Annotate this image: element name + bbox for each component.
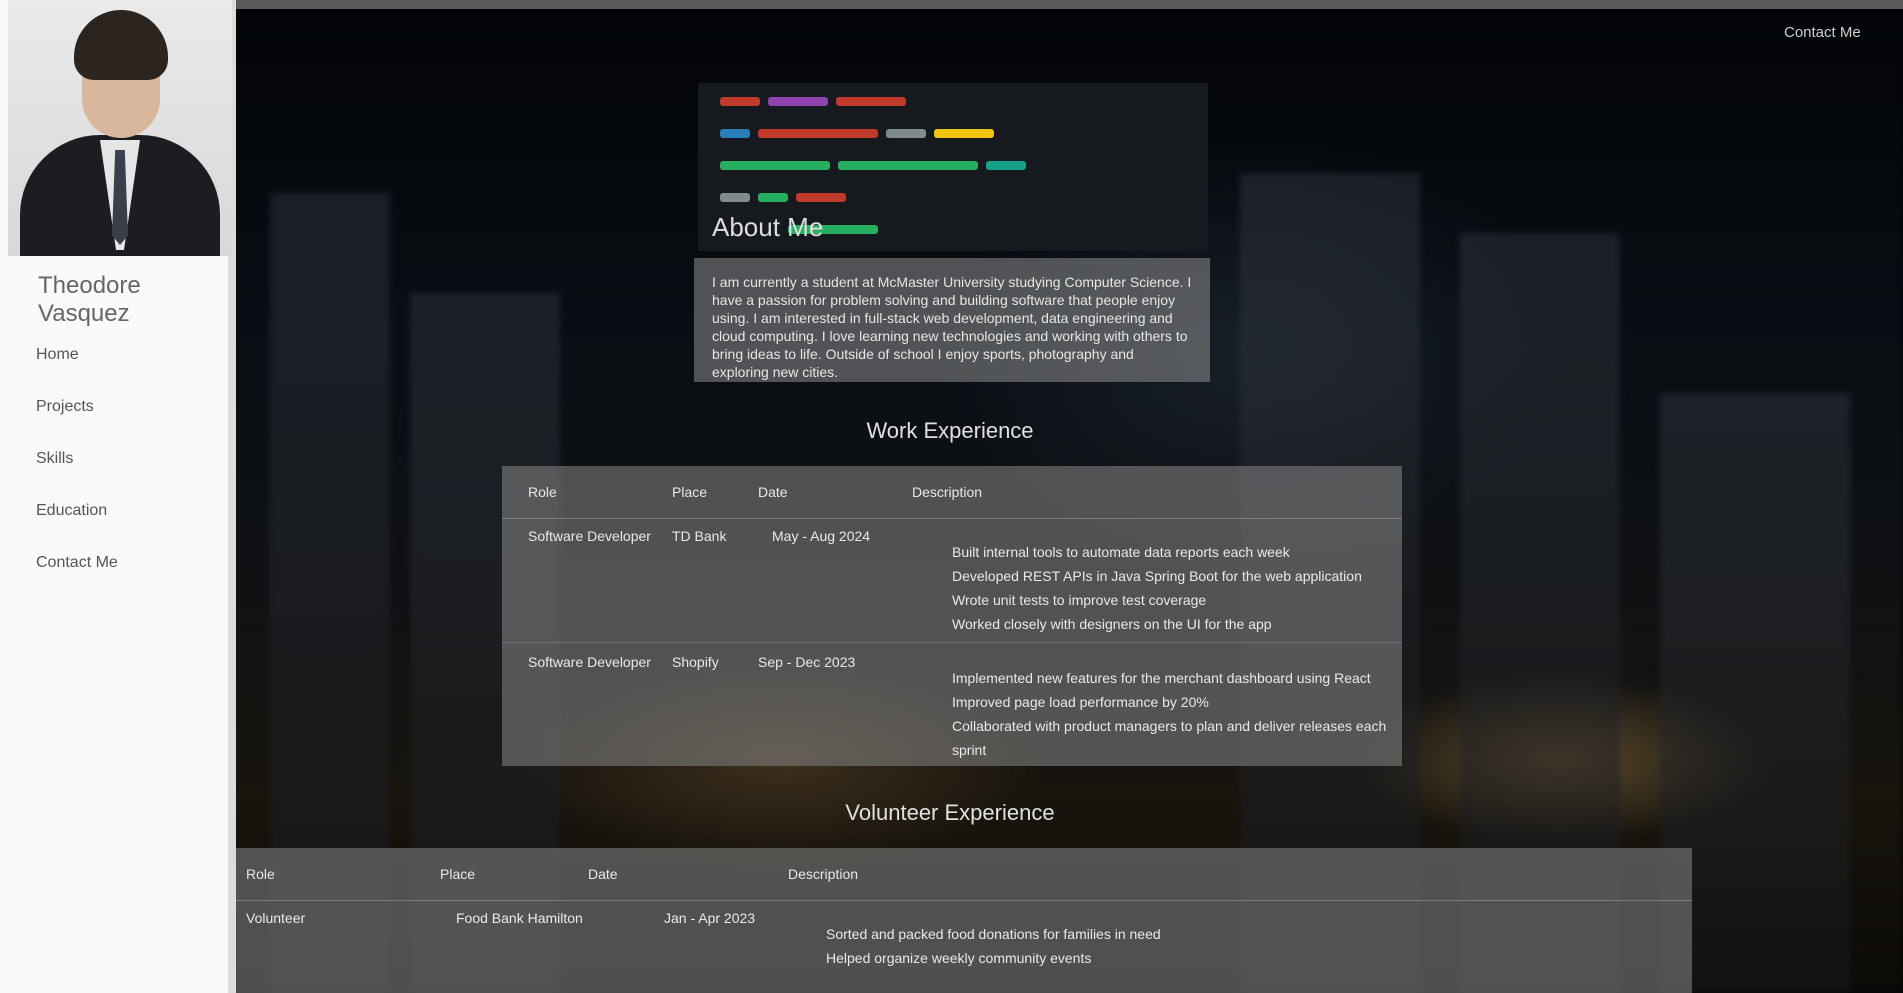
cell-role: Software Developer <box>528 654 651 670</box>
cell-date: May - Aug 2024 <box>772 528 871 544</box>
cell-place: Food Bank Hamilton <box>456 910 583 926</box>
volunteer-heading: Volunteer Experience <box>845 800 1055 825</box>
cell-description: Implemented new features for the merchan… <box>952 666 1402 762</box>
sidebar-nav: Home Projects Skills Education Contact M… <box>36 346 118 606</box>
table-row: Software Developer TD Bank May - Aug 202… <box>502 518 1402 643</box>
work-table: Role Place Date Description Software Dev… <box>502 466 1402 766</box>
list-item: Implemented new features for the merchan… <box>952 670 1371 686</box>
list-item: Built internal tools to automate data re… <box>952 544 1290 560</box>
list-item: Worked closely with designers on the UI … <box>952 616 1272 632</box>
table-header: Role Place Date Description <box>236 848 1692 901</box>
column-header-place: Place <box>440 866 476 882</box>
list-item: Improved page load performance by 20% <box>952 694 1209 710</box>
cell-role: Software Developer <box>528 528 651 544</box>
column-header-role: Role <box>246 866 275 882</box>
cell-place: Shopify <box>672 654 719 670</box>
list-item: Collaborated with product managers to pl… <box>952 718 1387 758</box>
list-item: Developed REST APIs in Java Spring Boot … <box>952 568 1362 584</box>
cell-date: Sep - Dec 2023 <box>758 654 856 670</box>
nav-item-contact[interactable]: Contact Me <box>36 554 118 606</box>
volunteer-table: Role Place Date Description Volunteer Fo… <box>236 848 1692 993</box>
column-header-role: Role <box>528 484 557 500</box>
table-row: Software Developer Shopify Sep - Dec 202… <box>502 642 1402 766</box>
column-header-date: Date <box>758 484 788 500</box>
contact-me-link[interactable]: Contact Me <box>1784 24 1861 41</box>
column-header-description: Description <box>788 866 859 882</box>
sidebar: Theodore Vasquez Home Projects Skills Ed… <box>0 0 236 993</box>
list-item: Sorted and packed food donations for fam… <box>826 926 1161 942</box>
top-bar <box>0 0 1903 9</box>
nav-item-projects[interactable]: Projects <box>36 398 118 450</box>
about-text: I am currently a student at McMaster Uni… <box>694 258 1210 382</box>
list-item: Wrote unit tests to improve test coverag… <box>952 592 1207 608</box>
nav-item-skills[interactable]: Skills <box>36 450 118 502</box>
owner-name: Theodore Vasquez <box>38 272 141 327</box>
cell-role: Volunteer <box>246 910 306 926</box>
avatar <box>8 0 232 256</box>
nav-item-home[interactable]: Home <box>36 346 118 398</box>
column-header-description: Description <box>912 484 983 500</box>
cell-description: Sorted and packed food donations for fam… <box>826 922 1161 970</box>
cell-date: Jan - Apr 2023 <box>664 910 756 926</box>
column-header-date: Date <box>588 866 618 882</box>
nav-item-education[interactable]: Education <box>36 502 118 554</box>
cell-place: TD Bank <box>672 528 727 544</box>
cell-description: Built internal tools to automate data re… <box>952 540 1362 636</box>
about-heading: About Me <box>712 212 824 242</box>
work-heading: Work Experience <box>866 418 1034 443</box>
table-row: Volunteer Food Bank Hamilton Jan - Apr 2… <box>236 900 1692 993</box>
list-item: Helped organize weekly community events <box>826 950 1092 966</box>
table-header: Role Place Date Description <box>502 466 1402 519</box>
column-header-place: Place <box>672 484 708 500</box>
